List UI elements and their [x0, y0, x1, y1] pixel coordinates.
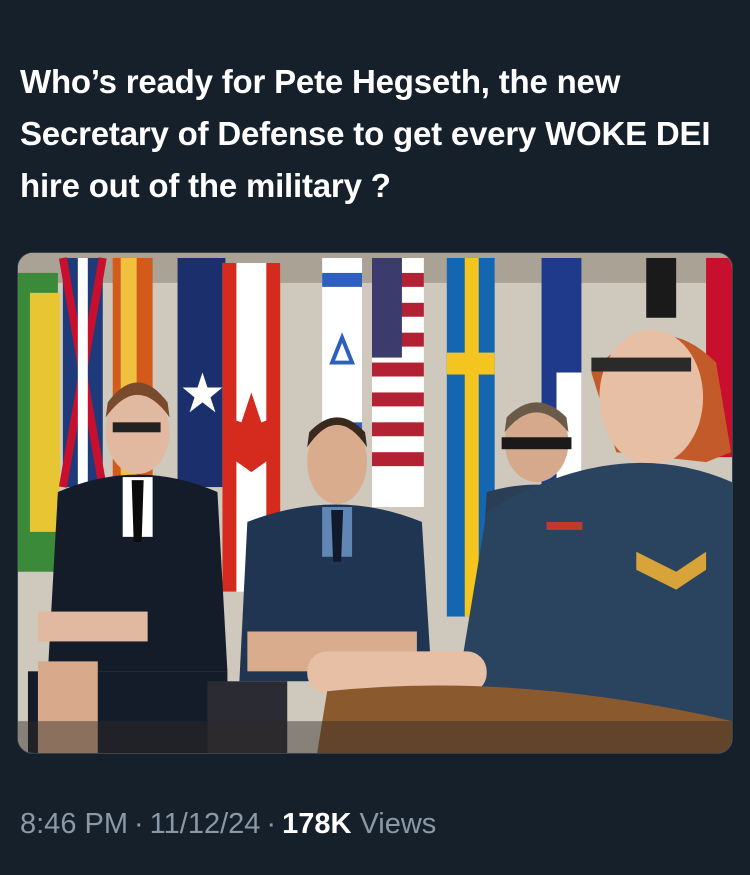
tweet-photo[interactable] — [17, 252, 733, 754]
meta-separator: · — [134, 808, 144, 840]
meta-separator: · — [266, 808, 277, 840]
tweet-screenshot: Who’s ready for Pete Hegseth, the new Se… — [0, 0, 750, 875]
tweet-meta: 8:46 PM · 11/12/24 · 178K Views — [20, 806, 436, 842]
tweet-time[interactable]: 8:46 PM — [20, 808, 128, 840]
views-label: Views — [359, 808, 437, 840]
photo-illustration — [18, 253, 732, 753]
tweet-date[interactable]: 11/12/24 — [150, 808, 261, 840]
tweet-text: Who’s ready for Pete Hegseth, the new Se… — [20, 63, 711, 204]
views-count: 178K — [282, 808, 352, 840]
